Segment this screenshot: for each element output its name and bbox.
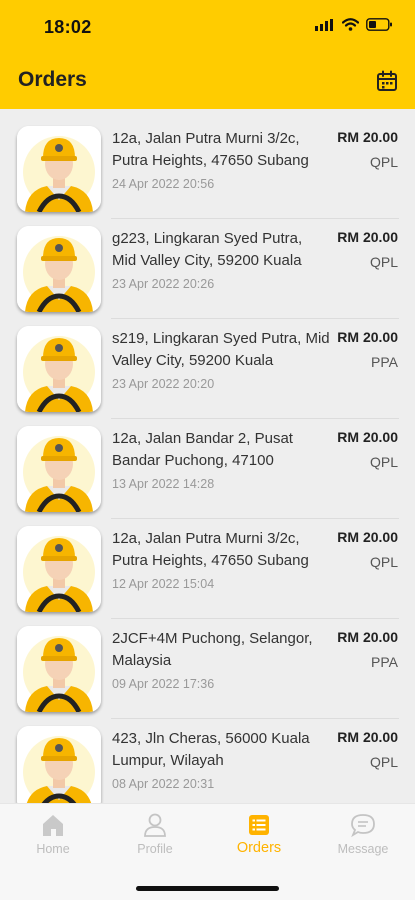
order-address: 12a, Jalan Putra Murni 3/2c, Putra Heigh… (112, 530, 309, 569)
order-date: 13 Apr 2022 14:28 (112, 477, 215, 491)
order-address: 12a, Jalan Putra Murni 3/2c, Putra Heigh… (112, 130, 309, 169)
status-icons (315, 18, 393, 31)
order-code: QPL (369, 254, 398, 270)
order-date: 24 Apr 2022 20:56 (112, 177, 215, 191)
tab-home[interactable]: Home (13, 812, 93, 856)
tab-home-label: Home (36, 842, 70, 856)
order-price: RM 20.00 (337, 329, 398, 345)
order-code: QPL (369, 154, 398, 170)
order-price: RM 20.00 (337, 629, 398, 645)
order-row[interactable]: 12a, Jalan Putra Murni 3/2c, Putra Heigh… (0, 519, 415, 619)
order-row[interactable]: s219, Lingkaran Syed Putra, Mid Valley C… (0, 319, 415, 419)
driver-avatar-icon (17, 426, 101, 512)
order-row[interactable]: 2JCF+4M Puchong, Selangor, Malaysia 09 A… (0, 619, 415, 719)
order-row[interactable]: 423, Jln Cheras, 56000 Kuala Lumpur, Wil… (0, 719, 415, 803)
order-price: RM 20.00 (337, 529, 398, 545)
chat-bubble-icon (351, 814, 375, 838)
driver-avatar (17, 426, 101, 512)
order-address: g223, Lingkaran Syed Putra, Mid Valley C… (112, 230, 303, 269)
order-price: RM 20.00 (337, 129, 398, 145)
tab-profile-label: Profile (137, 842, 173, 856)
order-price: RM 20.00 (337, 729, 398, 745)
tab-message-label: Message (337, 842, 389, 856)
driver-avatar-icon (17, 626, 101, 712)
order-date: 09 Apr 2022 17:36 (112, 677, 215, 691)
order-price: RM 20.00 (337, 429, 398, 445)
list-icon (249, 815, 269, 835)
driver-avatar (17, 626, 101, 712)
driver-avatar (17, 526, 101, 612)
order-price: RM 20.00 (337, 229, 398, 245)
tab-profile[interactable]: Profile (115, 812, 195, 856)
signal-icon (315, 18, 333, 31)
order-address: 2JCF+4M Puchong, Selangor, Malaysia (112, 630, 313, 669)
driver-avatar-icon (17, 726, 101, 803)
wifi-icon (342, 18, 359, 31)
order-code: PPA (371, 354, 398, 370)
driver-avatar-icon (17, 126, 101, 212)
page-title: Orders (18, 68, 87, 91)
home-indicator (136, 886, 279, 891)
order-code: QPL (369, 554, 398, 570)
order-code: QPL (369, 754, 398, 770)
tab-orders-label: Orders (236, 840, 282, 856)
order-row[interactable]: 12a, Jalan Putra Murni 3/2c, Putra Heigh… (0, 119, 415, 219)
order-date: 12 Apr 2022 15:04 (112, 577, 215, 591)
order-code: QPL (369, 454, 398, 470)
order-date: 23 Apr 2022 20:26 (112, 277, 215, 291)
order-row[interactable]: g223, Lingkaran Syed Putra, Mid Valley C… (0, 219, 415, 319)
driver-avatar (17, 126, 101, 212)
order-code: PPA (371, 654, 398, 670)
order-date: 08 Apr 2022 20:31 (112, 777, 215, 791)
order-address: s219, Lingkaran Syed Putra, Mid Valley C… (112, 330, 330, 369)
person-icon (144, 813, 166, 837)
driver-avatar-icon (17, 226, 101, 312)
calendar-icon[interactable] (375, 69, 399, 93)
order-address: 423, Jln Cheras, 56000 Kuala Lumpur, Wil… (112, 730, 310, 769)
orders-list[interactable]: 12a, Jalan Putra Murni 3/2c, Putra Heigh… (0, 119, 415, 803)
order-date: 23 Apr 2022 20:20 (112, 377, 215, 391)
order-address: 12a, Jalan Bandar 2, Pusat Bandar Puchon… (112, 430, 293, 469)
home-icon (43, 815, 63, 836)
status-time: 18:02 (44, 17, 92, 37)
tab-message[interactable]: Message (323, 812, 403, 856)
driver-avatar (17, 326, 101, 412)
driver-avatar-icon (17, 326, 101, 412)
order-row[interactable]: 12a, Jalan Bandar 2, Pusat Bandar Puchon… (0, 419, 415, 519)
driver-avatar (17, 726, 101, 803)
battery-icon (366, 18, 392, 31)
driver-avatar-icon (17, 526, 101, 612)
tab-orders[interactable]: Orders (219, 812, 299, 856)
app-header: 18:02 Orders (0, 0, 415, 109)
driver-avatar (17, 226, 101, 312)
